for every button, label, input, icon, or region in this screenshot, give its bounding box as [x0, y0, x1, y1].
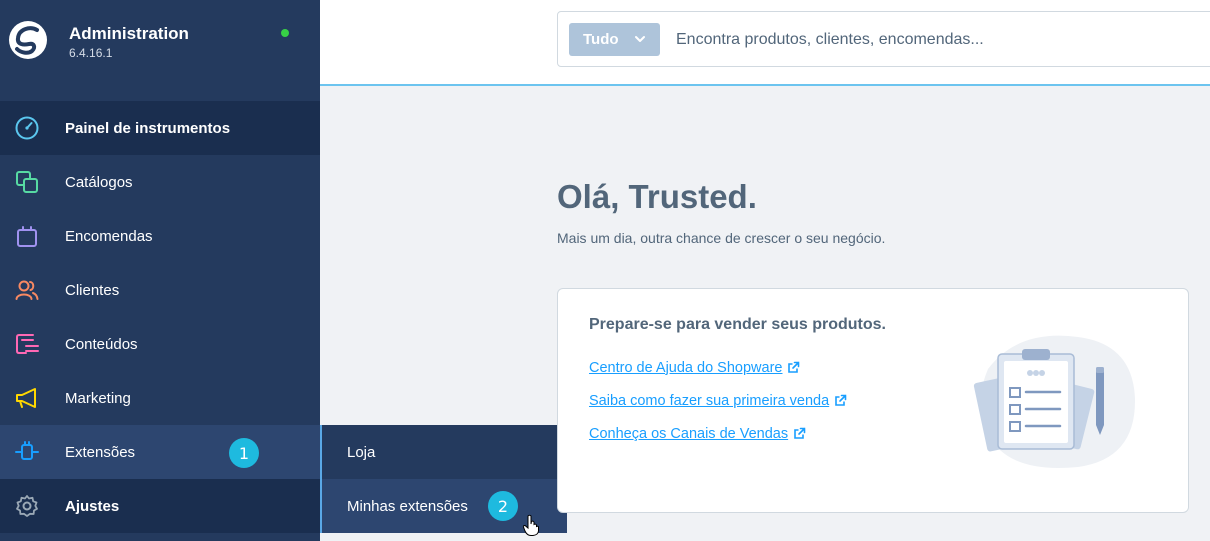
topbar: Tudo [320, 0, 1210, 86]
dashboard-icon [14, 115, 40, 141]
content-icon [14, 331, 40, 357]
flyout-item-label: Minhas extensões [347, 497, 468, 515]
megaphone-icon [14, 385, 40, 411]
app-title: Administration [69, 24, 189, 43]
sales-channels-link[interactable]: Conheça os Canais de Vendas [589, 417, 847, 450]
sidebar-item-label: Conteúdos [65, 335, 138, 353]
greeting-subtitle: Mais um dia, outra chance de crescer o s… [557, 230, 886, 246]
sidebar-item-marketing[interactable]: Marketing [0, 371, 320, 425]
sidebar-item-label: Clientes [65, 281, 120, 299]
sidebar-nav: Painel de instrumentos Catálogos Encomen… [0, 101, 320, 533]
sidebar-item-catalogs[interactable]: Catálogos [0, 155, 320, 209]
search-type-dropdown[interactable]: Tudo [569, 23, 660, 56]
flyout-item-store[interactable]: Loja [320, 425, 567, 479]
hand-cursor-icon [522, 514, 539, 536]
external-link-icon [788, 361, 800, 373]
external-link-icon [835, 394, 847, 406]
sidebar-item-label: Ajustes [65, 497, 120, 515]
users-icon [14, 277, 40, 303]
sidebar: Administration 6.4.16.1 Painel de instru… [0, 0, 320, 541]
step-badge: 2 [488, 491, 518, 521]
first-sale-link[interactable]: Saiba como fazer sua primeira venda [589, 384, 847, 417]
sidebar-item-settings[interactable]: Ajustes [0, 479, 320, 533]
sidebar-item-orders[interactable]: Encomendas [0, 209, 320, 263]
chevron-down-icon [635, 36, 645, 42]
step-badge: 1 [229, 438, 259, 468]
plug-icon [14, 439, 40, 465]
shopware-logo-icon [9, 21, 47, 59]
search-input[interactable] [676, 24, 1196, 56]
status-dot [281, 29, 289, 37]
external-link-icon [794, 427, 806, 439]
sidebar-item-customers[interactable]: Clientes [0, 263, 320, 317]
sidebar-item-dashboard[interactable]: Painel de instrumentos [0, 101, 320, 155]
sidebar-item-content[interactable]: Conteúdos [0, 317, 320, 371]
link-label: Centro de Ajuda do Shopware [589, 359, 783, 376]
link-label: Conheça os Canais de Vendas [589, 425, 789, 442]
help-center-link[interactable]: Centro de Ajuda do Shopware [589, 351, 847, 384]
app-version: 6.4.16.1 [69, 46, 113, 60]
sidebar-item-label: Catálogos [65, 173, 133, 191]
search-type-label: Tudo [583, 31, 619, 48]
greeting-title: Olá, Trusted. [557, 178, 757, 215]
catalog-icon [14, 169, 40, 195]
sidebar-item-label: Encomendas [65, 227, 153, 245]
sidebar-item-label: Extensões [65, 443, 136, 461]
global-search: Tudo [557, 11, 1210, 67]
brand-header: Administration 6.4.16.1 [0, 0, 320, 100]
card-links: Centro de Ajuda do Shopware Saiba como f… [589, 351, 847, 450]
checklist-illustration-icon [973, 335, 1136, 469]
link-label: Saiba como fazer sua primeira venda [589, 392, 830, 409]
getting-started-card: Prepare-se para vender seus produtos. Ce… [557, 288, 1189, 513]
sidebar-item-label: Marketing [65, 389, 131, 407]
sidebar-item-label: Painel de instrumentos [65, 119, 231, 137]
sidebar-item-extensions[interactable]: Extensões 1 [0, 425, 320, 479]
gear-icon [14, 493, 40, 519]
shopping-bag-icon [14, 223, 40, 249]
card-title: Prepare-se para vender seus produtos. [589, 316, 886, 333]
